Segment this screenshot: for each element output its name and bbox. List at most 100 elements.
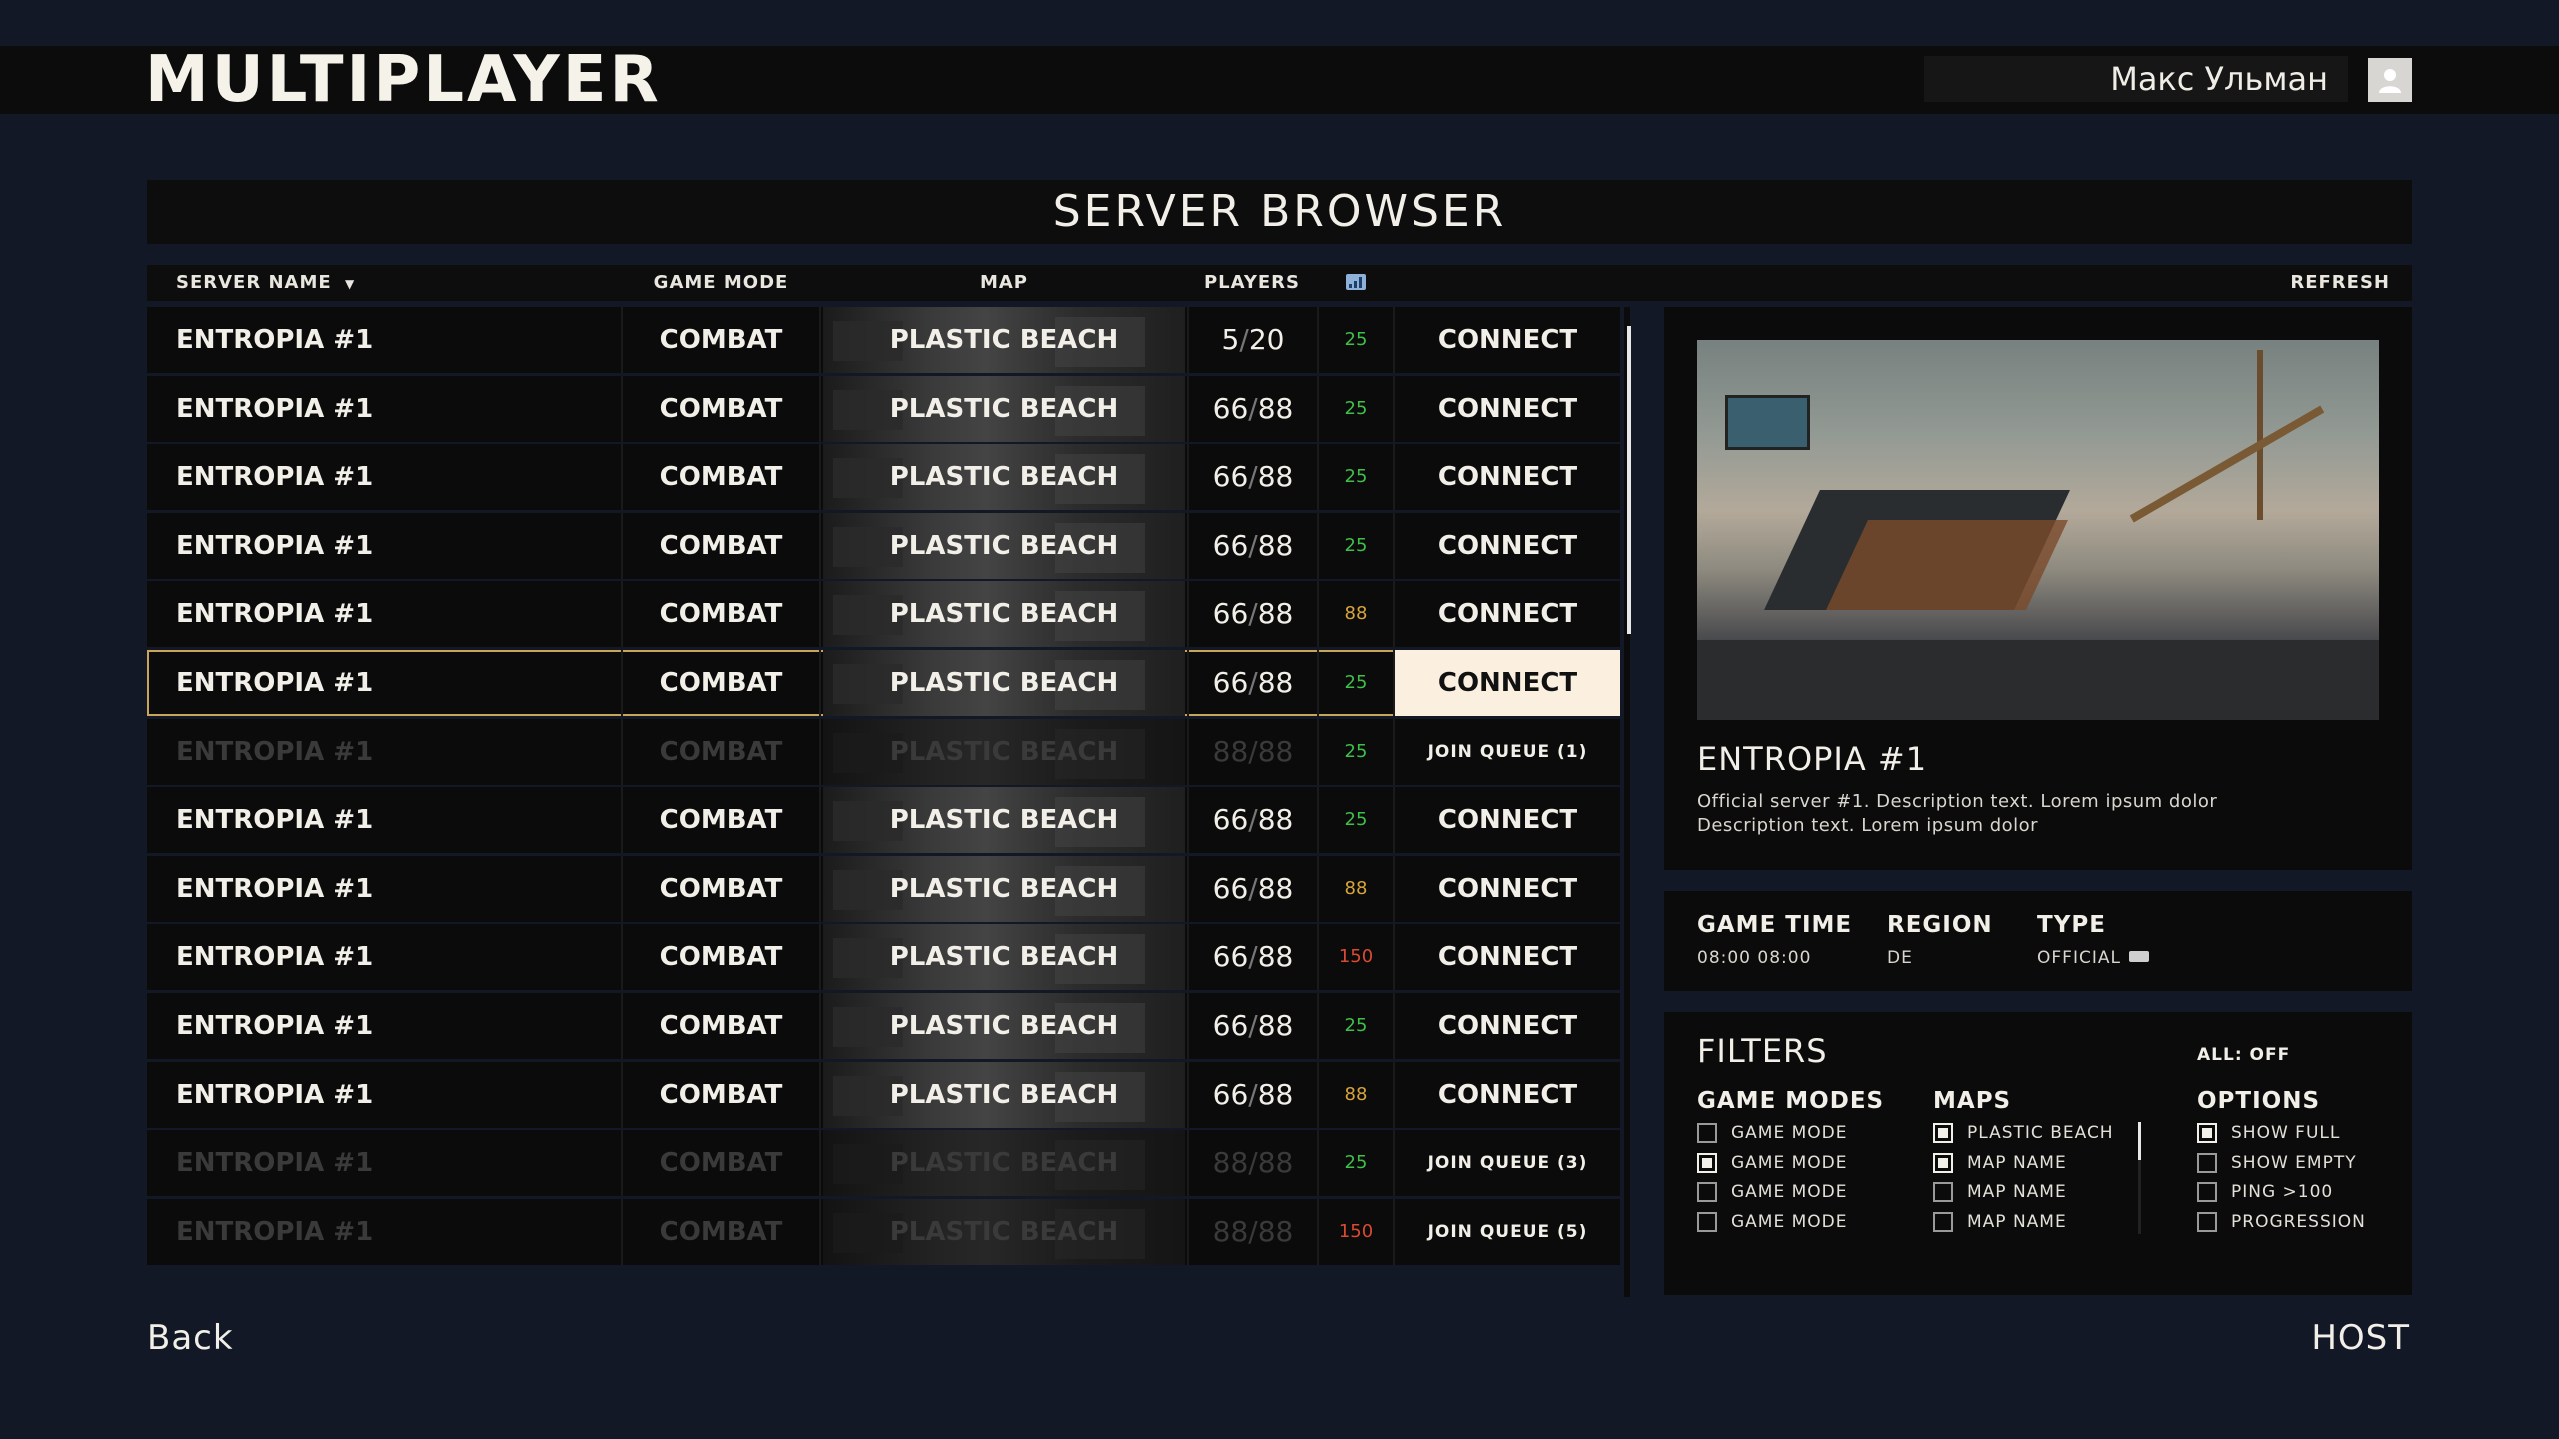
connect-button[interactable]: CONNECT [1395, 787, 1620, 853]
filter-map-item[interactable]: MAP NAME [1933, 1211, 2067, 1233]
players-separator: / [1248, 1214, 1258, 1248]
map-name: PLASTIC BEACH [889, 942, 1119, 973]
connect-button[interactable]: CONNECT [1395, 307, 1620, 373]
connect-button[interactable]: CONNECT [1395, 1062, 1620, 1128]
ping-value: 25 [1317, 444, 1395, 511]
column-map[interactable]: MAP [823, 265, 1185, 301]
connect-button[interactable]: CONNECT [1395, 650, 1620, 716]
checkbox-checked[interactable] [1933, 1123, 1953, 1143]
checkbox-unchecked[interactable] [1697, 1182, 1717, 1202]
ping-value: 88 [1317, 1061, 1395, 1128]
checkbox-checked[interactable] [1933, 1152, 1953, 1173]
region-label: REGION [1887, 912, 1993, 938]
server-row[interactable]: ENTROPIA #1 COMBAT PLASTIC BEACH 88/88 150 JO… [147, 1198, 1620, 1265]
filter-map-item[interactable]: MAP NAME [1933, 1152, 2067, 1174]
preview-building-roof [1826, 520, 2068, 610]
game-mode: COMBAT [621, 581, 821, 648]
filter-option-item[interactable]: PROGRESSION [2197, 1211, 2366, 1233]
connect-button[interactable]: CONNECT [1395, 924, 1620, 990]
server-row[interactable]: ENTROPIA #1 COMBAT PLASTIC BEACH 66/88 88 CON… [147, 855, 1620, 922]
players-current: 88 [1212, 734, 1249, 768]
server-row[interactable]: ENTROPIA #1 COMBAT PLASTIC BEACH 66/88 150 CO… [147, 924, 1620, 991]
player-count: 66/88 [1187, 1061, 1317, 1128]
host-button[interactable]: HOST [2300, 1318, 2410, 1358]
game-mode: COMBAT [621, 1061, 821, 1128]
map-name: PLASTIC BEACH [889, 1079, 1119, 1110]
refresh-button[interactable]: REFRESH [2290, 265, 2390, 301]
server-name: ENTROPIA #1 [176, 1011, 374, 1041]
server-name: ENTROPIA #1 [176, 1148, 374, 1179]
column-players[interactable]: PLAYERS [1187, 265, 1317, 301]
connect-button[interactable]: CONNECT [1395, 581, 1620, 647]
connect-button[interactable]: CONNECT [1395, 444, 1620, 510]
players-max: 88 [1257, 871, 1294, 905]
checkbox-unchecked[interactable] [1697, 1211, 1717, 1232]
checkbox-unchecked[interactable] [2197, 1211, 2217, 1232]
connect-button[interactable]: CONNECT [1395, 513, 1620, 579]
filter-game-mode-item[interactable]: GAME MODE [1697, 1122, 1848, 1144]
filter-option-item[interactable]: SHOW FULL [2197, 1122, 2340, 1144]
detail-description-line: Official server #1. Description text. Lo… [1697, 791, 2218, 812]
server-row[interactable]: ENTROPIA #1 COMBAT PLASTIC BEACH 66/88 25 CON… [147, 444, 1620, 511]
back-button[interactable]: Back [147, 1318, 234, 1358]
player-count: 66/88 [1187, 787, 1317, 854]
filter-options-title: OPTIONS [2197, 1088, 2321, 1114]
checkbox-unchecked[interactable] [2197, 1152, 2217, 1173]
column-game-mode[interactable]: GAME MODE [621, 265, 821, 301]
join-queue-button[interactable]: JOIN QUEUE (1) [1395, 719, 1620, 785]
server-row[interactable]: ENTROPIA #1 COMBAT PLASTIC BEACH 66/88 25 CON… [147, 512, 1620, 579]
connect-button[interactable]: CONNECT [1395, 856, 1620, 922]
server-row[interactable]: ENTROPIA #1 COMBAT PLASTIC BEACH 88/88 25 JOI… [147, 718, 1620, 785]
game-time-label: GAME TIME [1697, 912, 1853, 938]
maps-filter-scroll-thumb[interactable] [2138, 1122, 2141, 1160]
players-separator: / [1248, 1146, 1258, 1180]
filters-title: FILTERS [1697, 1032, 1828, 1070]
filter-map-item[interactable]: MAP NAME [1933, 1181, 2067, 1203]
filter-option-label: SHOW FULL [2231, 1123, 2341, 1143]
server-row[interactable]: ENTROPIA #1 COMBAT PLASTIC BEACH 66/88 88 CON… [147, 1061, 1620, 1128]
server-row[interactable]: ENTROPIA #1 COMBAT PLASTIC BEACH 5/20 25 CONN… [147, 307, 1620, 373]
game-mode: COMBAT [621, 1130, 821, 1197]
server-name: ENTROPIA #1 [176, 668, 374, 698]
players-max: 88 [1257, 803, 1294, 837]
column-ping[interactable] [1317, 265, 1395, 301]
checkbox-checked[interactable] [1697, 1152, 1717, 1173]
server-row[interactable]: ENTROPIA #1 COMBAT PLASTIC BEACH 66/88 25 CON… [147, 375, 1620, 442]
game-mode: COMBAT [621, 993, 821, 1059]
type-label: TYPE [2037, 912, 2106, 938]
server-row[interactable]: ENTROPIA #1 COMBAT PLASTIC BEACH 66/88 25 CON… [147, 993, 1620, 1059]
sort-server-name-button[interactable]: SERVER NAME ▼ [176, 265, 355, 301]
connect-button[interactable]: CONNECT [1395, 993, 1620, 1059]
filter-option-item[interactable]: PING >100 [2197, 1181, 2333, 1203]
server-row[interactable]: ENTROPIA #1 COMBAT PLASTIC BEACH 66/88 25 CON… [147, 650, 1620, 716]
user-icon[interactable] [2368, 58, 2412, 102]
checkbox-unchecked[interactable] [1933, 1182, 1953, 1202]
server-name: ENTROPIA #1 [176, 1079, 374, 1110]
server-list[interactable]: ENTROPIA #1 COMBAT PLASTIC BEACH 5/20 25 CONN… [147, 307, 1620, 1267]
game-mode: COMBAT [621, 375, 821, 442]
checkbox-unchecked[interactable] [1697, 1123, 1717, 1143]
filter-option-item[interactable]: SHOW EMPTY [2197, 1152, 2357, 1174]
server-row[interactable]: ENTROPIA #1 COMBAT PLASTIC BEACH 88/88 25 JOI… [147, 1130, 1620, 1197]
players-current: 66 [1212, 871, 1249, 905]
player-count: 5/20 [1187, 307, 1317, 373]
server-name: ENTROPIA #1 [176, 393, 374, 424]
server-row[interactable]: ENTROPIA #1 COMBAT PLASTIC BEACH 66/88 88 CON… [147, 581, 1620, 648]
checkbox-checked[interactable] [2197, 1123, 2217, 1143]
players-max: 88 [1257, 734, 1294, 768]
filter-game-mode-item[interactable]: GAME MODE [1697, 1181, 1848, 1203]
filter-game-mode-item[interactable]: GAME MODE [1697, 1211, 1848, 1233]
filter-map-item[interactable]: PLASTIC BEACH [1933, 1122, 2114, 1144]
server-row[interactable]: ENTROPIA #1 COMBAT PLASTIC BEACH 66/88 25 CON… [147, 787, 1620, 854]
join-queue-button[interactable]: JOIN QUEUE (3) [1395, 1130, 1620, 1196]
checkbox-unchecked[interactable] [2197, 1182, 2217, 1202]
detail-server-name: ENTROPIA #1 [1697, 740, 1928, 778]
connect-button[interactable]: CONNECT [1395, 376, 1620, 442]
filter-game-mode-item[interactable]: GAME MODE [1697, 1152, 1848, 1174]
user-name[interactable]: Макс Ульман [1924, 56, 2328, 102]
join-queue-button[interactable]: JOIN QUEUE (5) [1395, 1199, 1620, 1265]
checkbox-unchecked[interactable] [1933, 1211, 1953, 1232]
server-list-scroll-thumb[interactable] [1627, 326, 1631, 634]
filters-all-toggle[interactable]: ALL: OFF [2197, 1045, 2290, 1065]
filter-option-label: PING >100 [2231, 1182, 2334, 1202]
